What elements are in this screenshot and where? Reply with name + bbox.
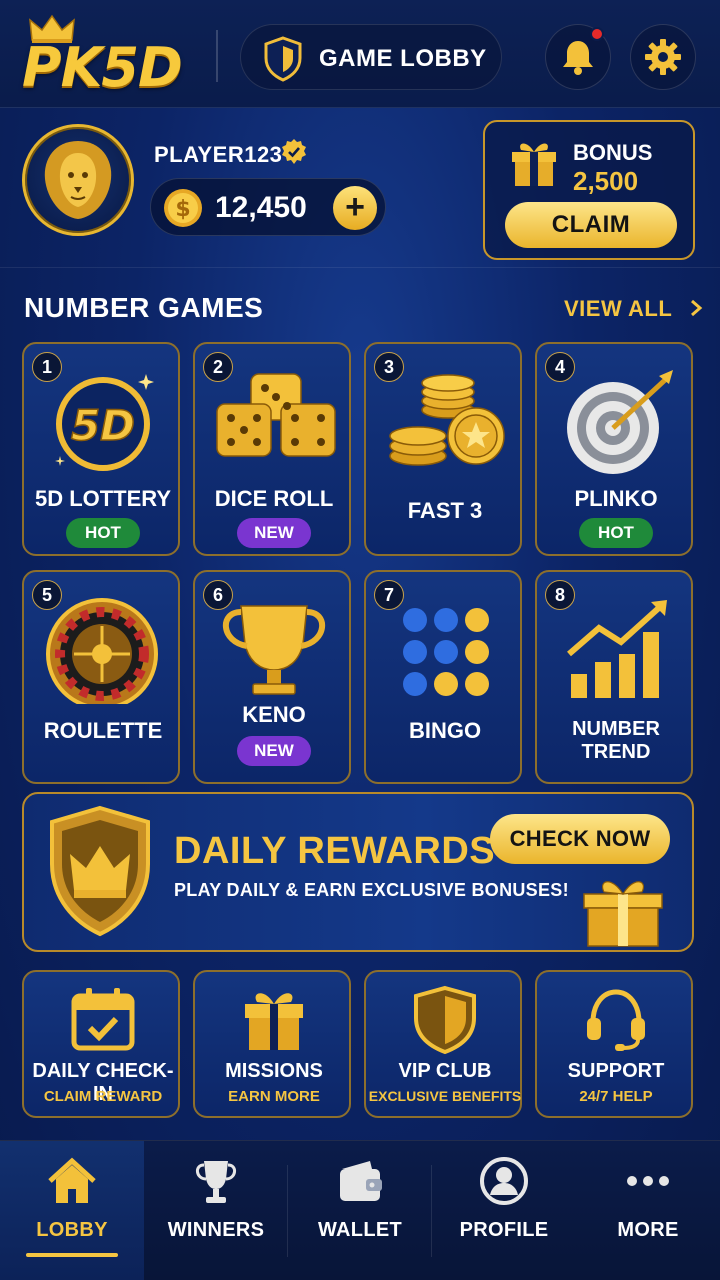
coins-stack-icon [389,374,505,466]
roulette-icon [46,598,158,704]
game-name: PLINKO [574,486,658,511]
header-divider [216,30,218,82]
profile-section: PLAYER123 $ 12,450 + BONUS 2,500 CLAIM [0,108,720,268]
coin-icon: $ [164,189,202,227]
game-card-dice-roll[interactable]: 2 DICE ROLL NEW [193,342,351,556]
svg-text:$: $ [175,197,190,222]
daily-rewards-banner[interactable]: DAILY REWARDS PLAY DAILY & EARN EXCLUSIV… [22,792,694,952]
missions-card[interactable]: MISSIONS EARN MORE [193,970,351,1118]
trophy-icon [196,1161,236,1203]
game-name: BINGO [408,718,482,743]
game-lobby-label: GAME LOBBY [319,45,487,72]
support-card[interactable]: SUPPORT 24/7 HELP [535,970,693,1118]
gift-icon [245,993,303,1050]
view-all-link[interactable]: VIEW ALL [564,296,707,322]
claim-button[interactable]: CLAIM [505,202,677,248]
avatar[interactable] [22,124,134,236]
verified-icon [282,139,306,164]
bonus-amount: 2,500 [573,166,639,196]
bell-icon [563,41,593,75]
lion-icon [44,141,112,219]
game-name: DICE ROLL [214,486,334,511]
bonus-card: BONUS 2,500 CLAIM [483,120,695,260]
section-title: NUMBER GAMES [24,292,264,323]
game-name: 5D LOTTERY [34,486,172,511]
game-card-5d-lottery[interactable]: 1 5D 5D LOTTERY HOT [22,342,180,556]
quick-action-subtitle: CLAIM REWARD [43,1088,163,1105]
gift-box-icon [583,881,663,947]
rewards-subtitle: PLAY DAILY & EARN EXCLUSIVE BONUSES! [174,880,569,900]
nav-label: LOBBY [36,1219,108,1241]
bingo-balls-icon [403,608,489,696]
daily-check-in-card[interactable]: DAILY CHECK-IN CLAIM REWARD [22,970,180,1118]
game-card-bingo[interactable]: 7 BINGO [364,570,522,784]
balance-amount: 12,450 [215,191,307,224]
shield-icon [264,36,302,82]
user-icon [480,1157,528,1205]
logo-text: PK5D [22,36,183,99]
hot-badge: HOT [66,518,140,548]
game-name: NUMBER TREND [572,718,660,763]
nav-item-winners[interactable]: WINNERS [144,1141,288,1280]
dice-icon [216,373,336,457]
settings-button[interactable] [630,24,696,90]
game-lobby-button[interactable]: GAME LOBBY [240,24,502,90]
nav-label: MORE [617,1219,679,1241]
nav-label: WINNERS [167,1219,265,1241]
hot-badge: HOT [579,518,653,548]
bonus-label: BONUS [573,140,653,165]
target-icon [567,370,673,474]
5d-logo-text: 5D [71,401,135,450]
game-name: ROULETTE [43,718,163,743]
rewards-title: DAILY REWARDS [174,830,496,872]
top-bar: PK5D GAME LOBBY [0,0,720,108]
game-card-number-trend[interactable]: 8 NUMBER TREND [535,570,693,784]
game-card-roulette[interactable]: 5 ROULETTE [22,570,180,784]
new-badge: NEW [237,736,311,766]
notification-dot [590,27,604,41]
quick-action-subtitle: EXCLUSIVE BENEFITS [368,1088,522,1104]
active-indicator [26,1253,118,1257]
nav-item-more[interactable]: MORE [576,1141,720,1280]
more-dots-icon [627,1176,669,1186]
vip-club-card[interactable]: VIP CLUB EXCLUSIVE BENEFITS [364,970,522,1118]
game-card-keno[interactable]: 6 KENO NEW [193,570,351,784]
app-logo[interactable]: PK5D [22,14,202,99]
add-funds-button[interactable]: + [333,186,377,230]
check-now-button[interactable]: CHECK NOW [490,814,670,864]
game-card-fast-3[interactable]: 3 FAST 3 [364,342,522,556]
gear-icon [645,39,681,75]
nav-item-lobby[interactable]: LOBBY [0,1141,144,1280]
bottom-navigation: LOBBY WINNERS WALLET PROFILE MORE [0,1140,720,1280]
vip-shield-icon [414,985,476,1054]
balance-display: $ 12,450 + [150,178,386,236]
nav-label: PROFILE [459,1219,549,1241]
nav-item-wallet[interactable]: WALLET [288,1141,432,1280]
quick-action-subtitle: EARN MORE [228,1088,320,1105]
game-card-plinko[interactable]: 4 PLINKO HOT [535,342,693,556]
5d-lottery-icon: 5D [55,374,154,471]
crown-shield-icon [50,805,150,937]
chevron-right-icon [690,299,702,317]
gift-icon [512,143,556,186]
trend-chart-icon [567,600,667,698]
new-badge: NEW [237,518,311,548]
view-all-label: VIEW ALL [564,296,672,321]
nav-item-profile[interactable]: PROFILE [432,1141,576,1280]
trophy-icon [222,605,326,695]
calendar-check-icon [71,988,135,1051]
headset-icon [587,989,645,1051]
quick-action-title: VIP CLUB [398,1060,492,1082]
game-name: FAST 3 [407,498,483,523]
notifications-button[interactable] [545,24,611,90]
home-icon [48,1157,96,1203]
game-name: KENO [242,702,306,727]
nav-label: WALLET [317,1219,402,1241]
quick-action-subtitle: 24/7 HELP [579,1088,653,1105]
quick-action-title: SUPPORT [567,1060,665,1082]
wallet-icon [340,1161,382,1201]
username: PLAYER123 [154,142,283,167]
quick-action-title: MISSIONS [225,1060,323,1082]
